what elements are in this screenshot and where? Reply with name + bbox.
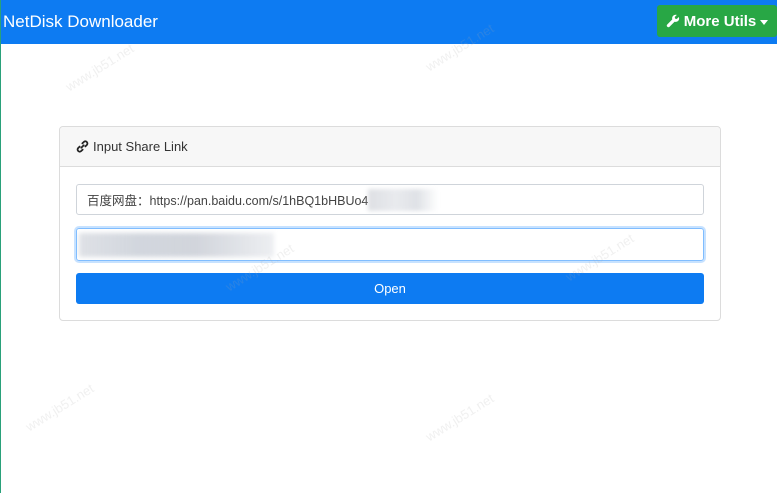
extraction-code-input[interactable] — [76, 228, 704, 261]
navbar: NetDisk Downloader More Utils — [1, 0, 777, 44]
link-icon — [76, 140, 89, 153]
share-link-card: Input Share Link 百度网盘：https://pan.baidu.… — [59, 126, 721, 321]
app-window: NetDisk Downloader More Utils Input Shar… — [0, 0, 777, 493]
watermark: www.jb51.net — [22, 380, 97, 435]
brand-title[interactable]: NetDisk Downloader — [3, 11, 158, 33]
more-utils-button[interactable]: More Utils — [657, 5, 777, 37]
watermark: www.jb51.net — [62, 40, 137, 95]
watermark: www.jb51.net — [422, 390, 497, 445]
more-utils-label: More Utils — [683, 12, 757, 30]
wrench-icon — [666, 14, 680, 28]
open-button[interactable]: Open — [76, 273, 704, 304]
redacted-link-part — [368, 188, 439, 211]
share-link-input[interactable]: 百度网盘：https://pan.baidu.com/s/1hBQ1bHBUo4 — [76, 184, 704, 215]
card-header: Input Share Link — [60, 127, 720, 167]
card-title: Input Share Link — [93, 139, 188, 154]
redacted-code — [79, 233, 274, 257]
open-button-label: Open — [374, 281, 406, 296]
caret-down-icon — [760, 19, 769, 25]
share-link-value: 百度网盘：https://pan.baidu.com/s/1hBQ1bHBUo4 — [87, 194, 369, 208]
